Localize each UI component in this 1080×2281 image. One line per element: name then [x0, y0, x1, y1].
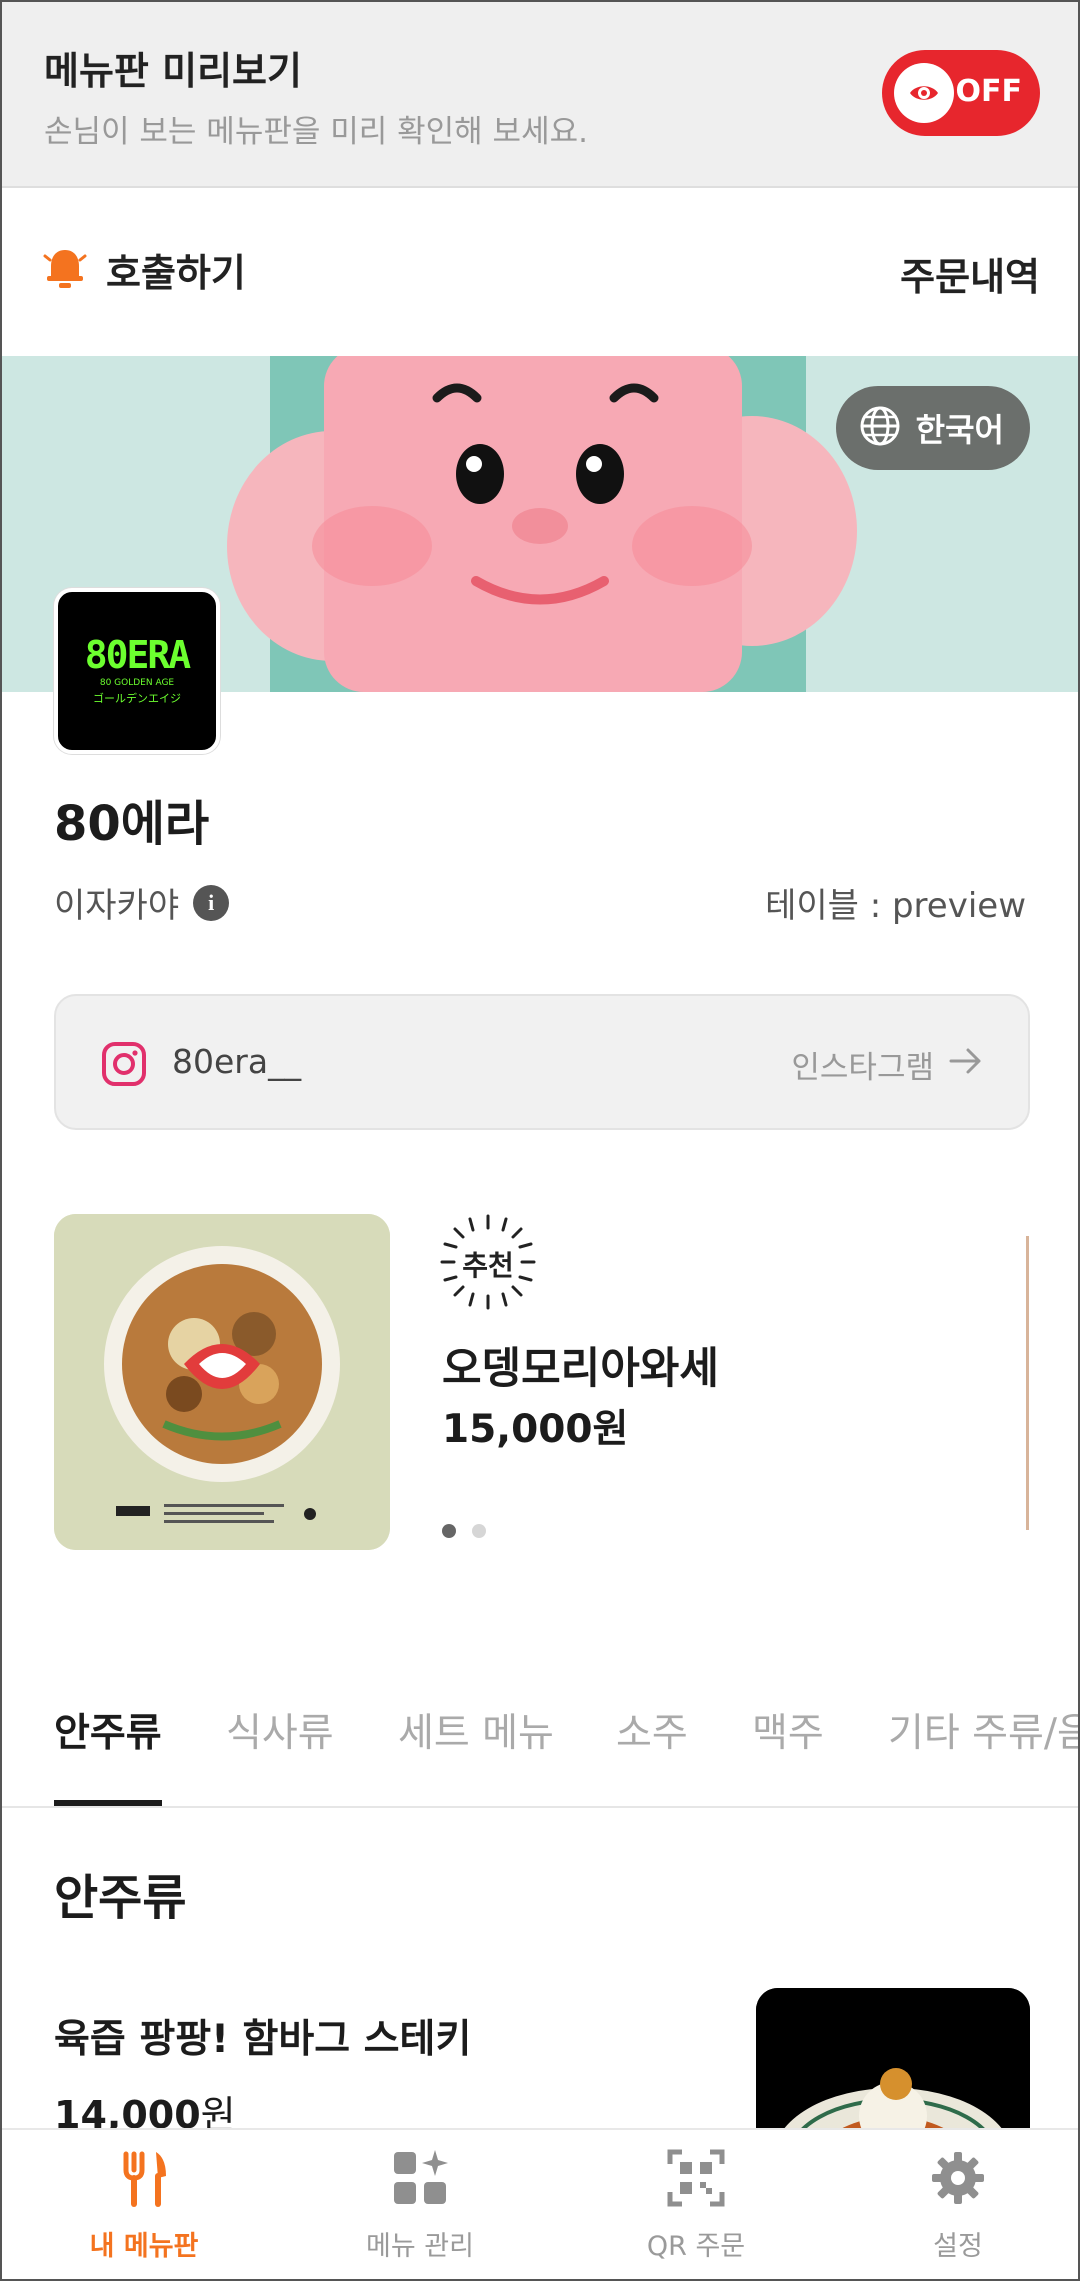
carousel-dot-active[interactable] [442, 1524, 456, 1538]
nav-settings[interactable]: 설정 [858, 2148, 1058, 2263]
table-info: 테이블 : preview [765, 886, 1026, 926]
nav-menu-management-label: 메뉴 관리 [366, 2231, 474, 2262]
menu-item-name[interactable]: 육즙 팡팡! 함바그 스테키 [54, 2008, 471, 2064]
qr-icon [666, 2148, 726, 2212]
arrow-right-icon [948, 1046, 984, 1084]
call-staff-button[interactable]: 호출하기 [42, 242, 246, 297]
instagram-handle: 80era__ [172, 1042, 302, 1081]
nav-settings-label: 설정 [933, 2231, 983, 2262]
instagram-link-label: 인스타그램 [791, 1050, 934, 1086]
active-tab-indicator [54, 1800, 162, 1806]
header-row: 호출하기 주문내역 [2, 190, 1078, 356]
section-title: 안주류 [54, 1870, 187, 1926]
instagram-icon [100, 1040, 148, 1092]
order-history-link[interactable]: 주문내역 [900, 246, 1040, 301]
category-label: 이자카야 [54, 886, 180, 926]
language-label: 한국어 [915, 411, 1004, 449]
preview-banner: 메뉴판 미리보기 손님이 보는 메뉴판을 미리 확인해 보세요. OFF [2, 2, 1078, 188]
logo-subtitle: 80 GOLDEN AGE [99, 678, 175, 688]
nav-menu-management[interactable]: 메뉴 관리 [320, 2148, 520, 2263]
call-staff-label: 호출하기 [106, 251, 246, 295]
recommended-item-name[interactable]: 오뎅모리아와세 [442, 1334, 719, 1396]
next-slide-peek [1026, 1236, 1029, 1530]
nav-my-menu[interactable]: 내 메뉴판 [44, 2148, 244, 2263]
category-tabs: 안주류 식사류 세트 메뉴 소주 맥주 기타 주류/음 [2, 1690, 1078, 1808]
nav-my-menu-label: 내 메뉴판 [89, 2231, 199, 2262]
tab-other-drinks[interactable]: 기타 주류/음 [888, 1702, 1078, 1758]
recommended-badge-label: 추천 [462, 1249, 514, 1282]
logo-subtitle-japanese: ゴールデンエイジ [93, 692, 181, 705]
instagram-link-card[interactable]: 80era__ 인스타그램 [54, 994, 1030, 1130]
store-logo: 80ERA 80 GOLDEN AGE ゴールデンエイジ [54, 588, 220, 754]
tab-appetizers[interactable]: 안주류 [54, 1702, 162, 1758]
recommended-item-price: 15,000원 [442, 1407, 629, 1452]
recommended-badge: 추천 [440, 1214, 536, 1310]
tab-meals[interactable]: 식사류 [226, 1702, 334, 1758]
carousel-dot[interactable] [472, 1524, 486, 1538]
tab-set-menu[interactable]: 세트 메뉴 [398, 1702, 554, 1758]
grid-sparkle-icon [390, 2148, 450, 2212]
nav-qr-order[interactable]: QR 주문 [596, 2148, 796, 2263]
preview-toggle[interactable]: OFF [882, 50, 1040, 136]
tab-soju[interactable]: 소주 [616, 1702, 688, 1758]
toggle-label: OFF [955, 74, 1023, 109]
instagram-open-link[interactable]: 인스타그램 [791, 1042, 984, 1087]
nav-qr-order-label: QR 주문 [646, 2231, 746, 2262]
recommended-item-image[interactable] [54, 1214, 390, 1550]
eye-icon [894, 63, 954, 123]
gear-icon [928, 2148, 988, 2212]
bell-icon [42, 244, 88, 296]
store-category: 이자카야 i [54, 878, 230, 927]
carousel-pagination [442, 1524, 486, 1538]
info-icon[interactable]: i [193, 884, 230, 921]
globe-icon [858, 404, 902, 452]
tab-beer[interactable]: 맥주 [752, 1702, 824, 1758]
bottom-navigation: 내 메뉴판 메뉴 관리 QR 주문 설정 [2, 2128, 1078, 2279]
fork-knife-icon [114, 2148, 174, 2212]
logo-wordmark: 80ERA [84, 633, 191, 677]
store-name: 80에라 [54, 796, 210, 852]
preview-title: 메뉴판 미리보기 [44, 49, 302, 93]
app-screen: 메뉴판 미리보기 손님이 보는 메뉴판을 미리 확인해 보세요. OFF 호출하… [0, 0, 1080, 2281]
preview-subtitle: 손님이 보는 메뉴판을 미리 확인해 보세요. [44, 114, 588, 150]
language-selector-button[interactable]: 한국어 [835, 386, 1030, 470]
